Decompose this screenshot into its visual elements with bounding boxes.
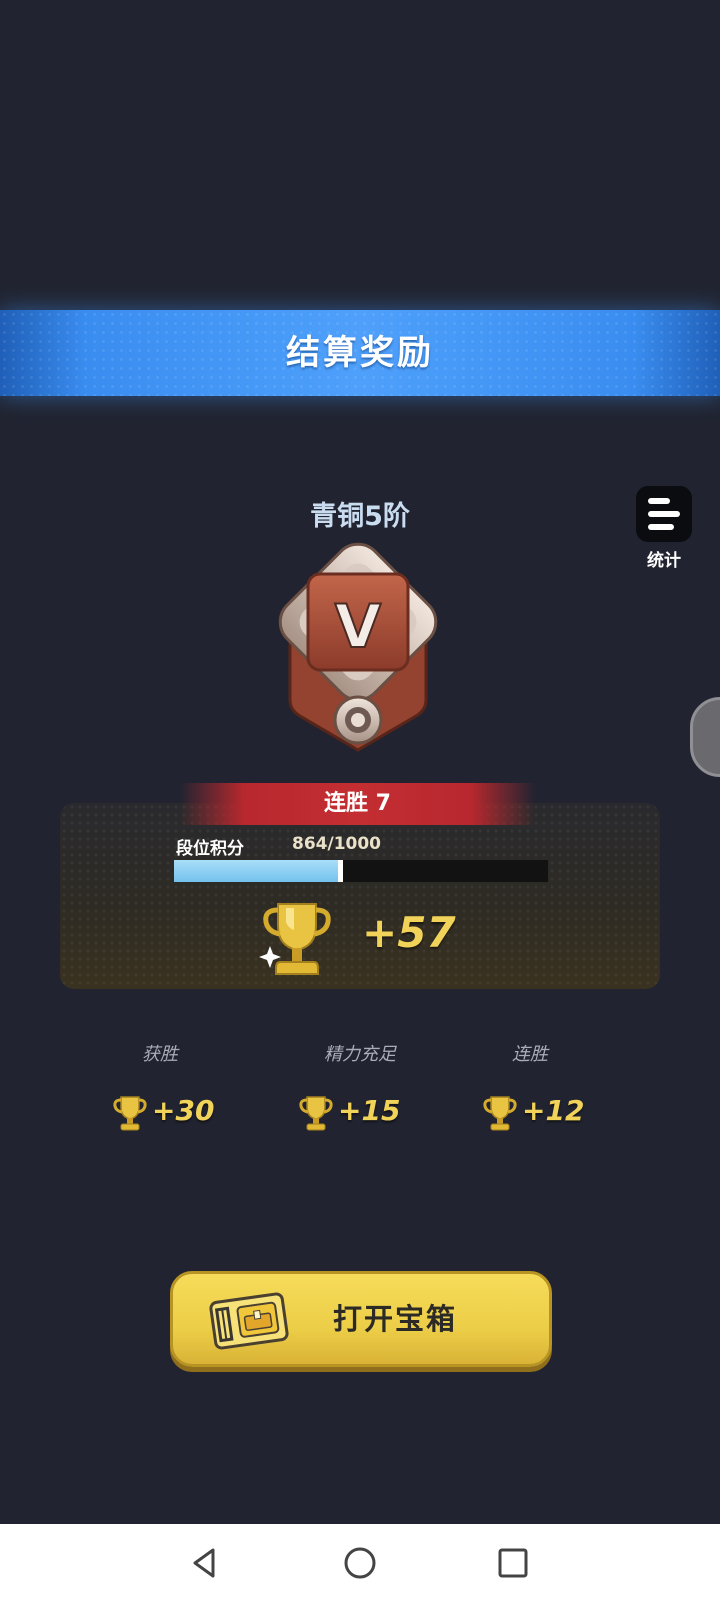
progress-fill bbox=[174, 860, 342, 882]
breakdown-item-streak: 连胜 +12 bbox=[430, 1040, 630, 1131]
breakdown-label: 获胜 bbox=[142, 1044, 178, 1065]
back-icon[interactable] bbox=[180, 1538, 230, 1588]
win-streak-banner: 连胜 7 bbox=[180, 783, 535, 825]
rank-points-label: 段位积分 bbox=[176, 839, 244, 859]
chest-ticket-icon bbox=[209, 1292, 289, 1350]
page-title: 结算奖励 bbox=[286, 333, 434, 373]
stats-button[interactable] bbox=[636, 486, 692, 542]
breakdown-value: +15 bbox=[338, 1094, 401, 1127]
trophy-icon bbox=[113, 1096, 147, 1131]
home-icon[interactable] bbox=[335, 1538, 385, 1588]
breakdown-value: +12 bbox=[522, 1094, 585, 1127]
trophy-icon bbox=[483, 1096, 517, 1131]
rank-points-value: 864/1000 bbox=[292, 834, 382, 854]
rank-points-progress-bar bbox=[174, 860, 548, 882]
trophy-icon bbox=[299, 1096, 333, 1131]
rank-name: 青铜5阶 bbox=[310, 501, 410, 532]
breakdown-item-win: 获胜 +30 bbox=[60, 1040, 260, 1131]
trophy-icon bbox=[259, 903, 331, 975]
breakdown-value: +30 bbox=[152, 1094, 215, 1127]
breakdown-label: 连胜 bbox=[512, 1044, 548, 1065]
rank-emblem-icon: V bbox=[278, 542, 438, 752]
side-panel-tab[interactable] bbox=[690, 697, 720, 777]
system-navigation-bar bbox=[0, 1524, 720, 1600]
total-reward-amount: +57 bbox=[362, 908, 456, 957]
open-chest-button[interactable]: 打开宝箱 bbox=[170, 1271, 552, 1367]
reward-panel bbox=[60, 803, 660, 989]
emblem-letter: V bbox=[335, 592, 382, 662]
stats-label[interactable]: 统计 bbox=[628, 546, 700, 571]
open-chest-label[interactable]: 打开宝箱 bbox=[333, 1274, 457, 1364]
title-banner: 结算奖励 bbox=[0, 310, 720, 396]
progress-cap bbox=[338, 860, 343, 882]
recents-icon[interactable] bbox=[488, 1538, 538, 1588]
